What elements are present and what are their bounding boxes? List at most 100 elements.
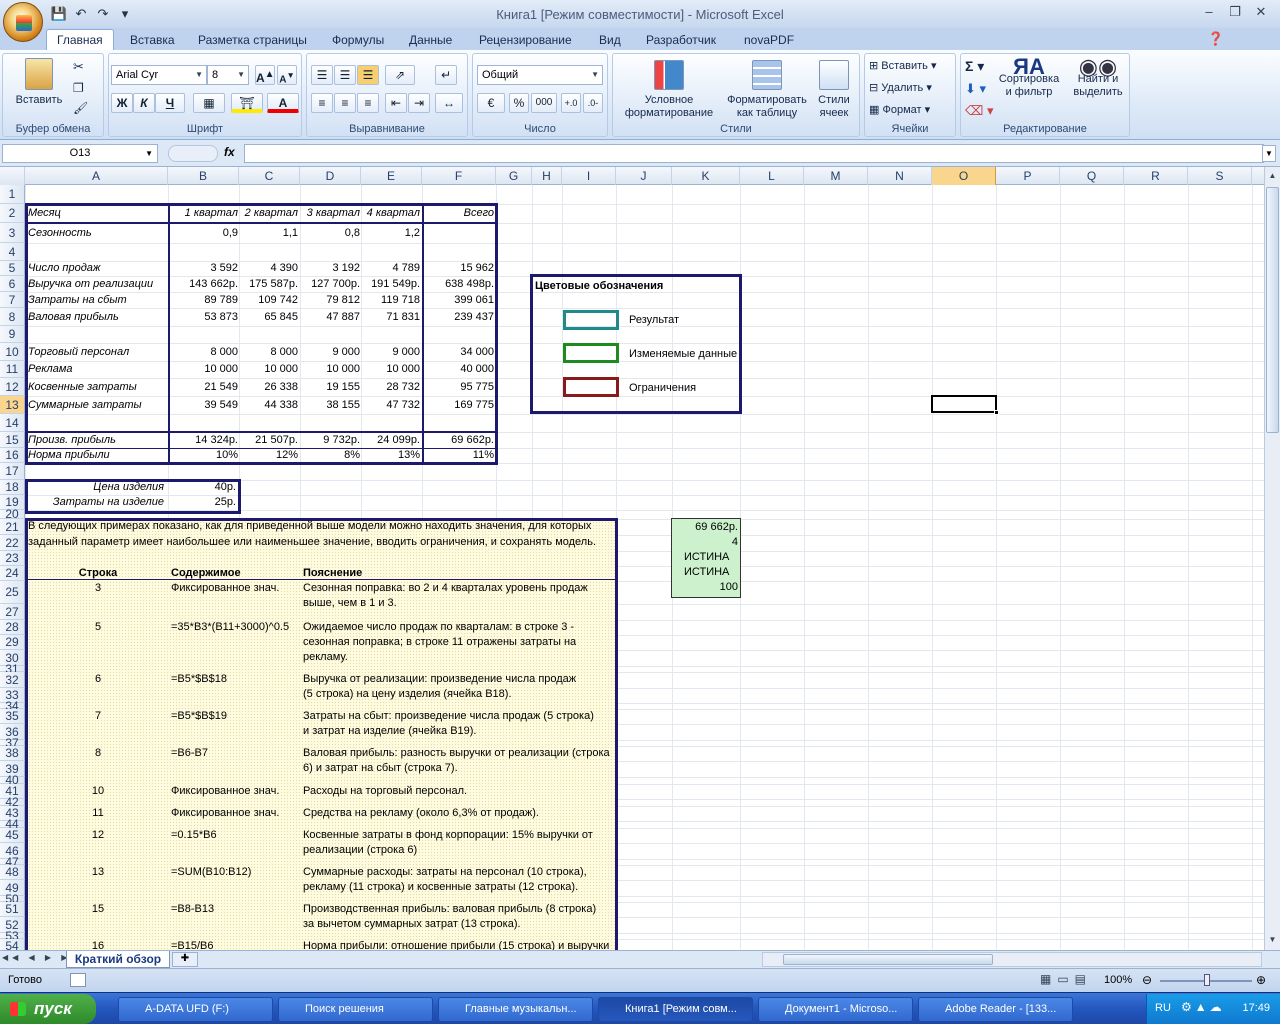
taskbar-item-3[interactable]: Книга1 [Режим совм... — [598, 997, 753, 1022]
merge-center-icon[interactable]: ↔ — [435, 93, 463, 113]
delete-cells-button[interactable]: ⊟ Удалить ▾ — [869, 82, 932, 95]
maximize-icon[interactable]: ❐ — [1222, 4, 1248, 20]
row-header-23[interactable]: 23 — [0, 551, 25, 566]
taskbar-item-2[interactable]: Главные музыкальн... — [438, 997, 593, 1022]
row-header-44[interactable]: 44 — [0, 818, 25, 830]
language-indicator[interactable]: RU — [1155, 1002, 1171, 1014]
wrap-text-icon[interactable]: ↵ — [435, 65, 457, 85]
align-left-icon[interactable]: ≡ — [311, 93, 333, 113]
macro-record-icon[interactable] — [70, 973, 86, 987]
increase-indent-icon[interactable]: ⇥ — [408, 93, 430, 113]
minimize-icon[interactable]: – — [1196, 4, 1222, 19]
row-header-17[interactable]: 17 — [0, 463, 25, 480]
increase-decimal-icon[interactable]: +.0 — [561, 93, 581, 113]
align-center-icon[interactable]: ≡ — [334, 93, 356, 113]
column-header-l[interactable]: L — [740, 167, 804, 185]
view-buttons[interactable]: ▦▭▤ — [1040, 972, 1102, 988]
row-header-24[interactable]: 24 — [0, 566, 25, 581]
row-header-16[interactable]: 16 — [0, 448, 25, 463]
row-header-18[interactable]: 18 — [0, 480, 25, 495]
clear-icon[interactable]: ⌫ ▾ — [965, 104, 994, 117]
font-color-button[interactable]: A — [267, 93, 299, 113]
row-header-3[interactable]: 3 — [0, 223, 25, 243]
row-header-48[interactable]: 48 — [0, 865, 25, 880]
row-header-12[interactable]: 12 — [0, 378, 25, 396]
row-header-7[interactable]: 7 — [0, 292, 25, 308]
borders-button[interactable]: ▦ — [193, 93, 225, 113]
row-header-8[interactable]: 8 — [0, 308, 25, 326]
conditional-formatting-button[interactable]: Условное форматирование — [617, 60, 721, 120]
tray-icons[interactable]: ⚙▲☁ — [1181, 1000, 1225, 1014]
row-header-1[interactable]: 1 — [0, 185, 25, 204]
row-header-29[interactable]: 29 — [0, 635, 25, 650]
tab-data[interactable]: Данные — [399, 32, 462, 50]
insert-function-button[interactable]: fx — [224, 145, 235, 159]
column-header-m[interactable]: M — [804, 167, 868, 185]
taskbar-item-1[interactable]: Поиск решения — [278, 997, 433, 1022]
tab-formulas[interactable]: Формулы — [322, 32, 394, 50]
row-header-4[interactable]: 4 — [0, 243, 25, 261]
row-header-14[interactable]: 14 — [0, 414, 25, 432]
tab-novapdf[interactable]: novaPDF — [734, 32, 804, 50]
percent-button[interactable]: % — [509, 93, 529, 113]
horizontal-scroll-thumb[interactable] — [783, 954, 993, 965]
row-header-25[interactable]: 25 — [0, 581, 25, 604]
fill-color-button[interactable]: ⛩ — [231, 93, 263, 113]
autosum-icon[interactable]: Σ ▾ — [965, 59, 984, 73]
font-size-combo[interactable]: 8 ▼ — [207, 65, 249, 85]
tab-view[interactable]: Вид — [589, 32, 631, 50]
row-header-10[interactable]: 10 — [0, 343, 25, 361]
align-top-icon[interactable]: ☰ — [311, 65, 333, 85]
fill-handle[interactable] — [994, 410, 999, 415]
currency-icon[interactable]: € — [477, 93, 505, 113]
paste-button[interactable]: Вставить — [9, 58, 69, 107]
number-format-combo[interactable]: Общий ▼ — [477, 65, 603, 85]
sheet-tab-summary[interactable]: Краткий обзор — [66, 951, 170, 968]
row-header-13[interactable]: 13 — [0, 396, 25, 414]
taskbar-item-4[interactable]: Документ1 - Microso... — [758, 997, 913, 1022]
help-icon[interactable]: ❓ — [1208, 31, 1224, 47]
zoom-level[interactable]: 100% — [1104, 974, 1132, 986]
worksheet-grid[interactable]: ABCDEFGHIJKLMNOPQRS 1 2 3 4 5 6 7 8 9 10 11 12 13 14 1… — [0, 167, 1264, 950]
format-as-table-button[interactable]: Форматировать как таблицу — [723, 60, 811, 120]
row-header-28[interactable]: 28 — [0, 620, 25, 635]
row-header-35[interactable]: 35 — [0, 709, 25, 724]
row-header-27[interactable]: 27 — [0, 604, 25, 620]
row-header-6[interactable]: 6 — [0, 276, 25, 292]
align-bottom-icon[interactable]: ☰ — [357, 65, 379, 85]
row-header-22[interactable]: 22 — [0, 535, 25, 551]
row-header-51[interactable]: 51 — [0, 902, 25, 917]
expand-formula-icon[interactable]: ▼ — [1262, 145, 1276, 162]
column-header-o[interactable]: O — [932, 167, 996, 185]
row-header-2[interactable]: 2 — [0, 204, 25, 223]
zoom-out-icon[interactable]: ⊖ — [1142, 973, 1152, 987]
row-header-11[interactable]: 11 — [0, 361, 25, 378]
vertical-scroll-thumb[interactable] — [1266, 187, 1279, 433]
italic-button[interactable]: К — [133, 93, 155, 113]
column-header-j[interactable]: J — [616, 167, 672, 185]
row-header-45[interactable]: 45 — [0, 828, 25, 843]
taskbar-item-5[interactable]: Adobe Reader - [133... — [918, 997, 1073, 1022]
grow-font-button[interactable]: A▲ — [255, 65, 275, 85]
formula-input[interactable] — [244, 144, 1264, 163]
column-header-g[interactable]: G — [496, 167, 532, 185]
column-header-c[interactable]: C — [239, 167, 300, 185]
shrink-font-button[interactable]: A▼ — [277, 65, 297, 85]
office-button[interactable] — [3, 2, 43, 42]
column-header-e[interactable]: E — [361, 167, 422, 185]
cell-styles-button[interactable]: Стили ячеек — [811, 60, 857, 120]
column-header-n[interactable]: N — [868, 167, 932, 185]
zoom-in-icon[interactable]: ⊕ — [1256, 973, 1266, 987]
row-header-54[interactable]: 54 — [0, 939, 25, 950]
decrease-decimal-icon[interactable]: .0- — [583, 93, 603, 113]
row-header-15[interactable]: 15 — [0, 432, 25, 448]
column-header-f[interactable]: F — [422, 167, 496, 185]
scroll-down-icon[interactable]: ▼ — [1266, 932, 1279, 948]
column-header-q[interactable]: Q — [1060, 167, 1124, 185]
row-header-20[interactable]: 20 — [0, 508, 25, 520]
select-all-button[interactable] — [0, 167, 25, 185]
scroll-up-icon[interactable]: ▲ — [1266, 168, 1279, 184]
row-header-9[interactable]: 9 — [0, 326, 25, 343]
taskbar-item-0[interactable]: A-DATA UFD (F:) — [118, 997, 273, 1022]
align-middle-icon[interactable]: ☰ — [334, 65, 356, 85]
